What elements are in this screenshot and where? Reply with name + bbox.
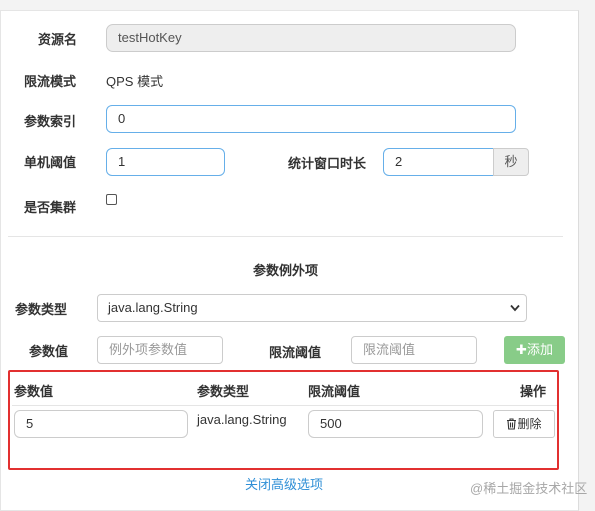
resource-name-label: 资源名: [38, 32, 78, 47]
add-exception-button[interactable]: ✚添加: [504, 336, 565, 364]
exception-value-input[interactable]: 例外项参数值: [97, 336, 223, 364]
exception-limit-label: 限流阈值: [269, 345, 322, 360]
threshold-label: 单机阈值: [24, 155, 77, 170]
section-divider: [8, 236, 563, 237]
threshold-input[interactable]: 1: [106, 148, 225, 176]
watermark: @稀土掘金技术社区: [470, 481, 588, 496]
row-param-value-input[interactable]: 5: [14, 410, 188, 438]
trash-icon: [506, 418, 517, 430]
cluster-label: 是否集群: [24, 200, 77, 215]
plus-icon: ✚: [516, 342, 527, 357]
row-param-type: java.lang.String: [197, 412, 287, 427]
exception-type-select[interactable]: java.lang.String: [97, 294, 527, 322]
window-duration-input[interactable]: 2: [383, 148, 494, 176]
column-header-param-value: 参数值: [14, 384, 54, 399]
param-index-label: 参数索引: [24, 114, 77, 129]
close-advanced-options-link[interactable]: 关闭高级选项: [245, 476, 323, 494]
exception-limit-input[interactable]: 限流阈值: [351, 336, 477, 364]
table-header-divider: [12, 405, 557, 406]
row-limit-input[interactable]: 500: [308, 410, 483, 438]
limit-mode-label: 限流模式: [24, 74, 77, 89]
window-unit-addon: 秒: [493, 148, 529, 176]
limit-mode-value: QPS 模式: [106, 74, 164, 89]
exception-value-label: 参数值: [29, 344, 69, 359]
resource-name-field: testHotKey: [106, 24, 516, 52]
column-header-action: 操作: [520, 384, 547, 399]
exception-type-label: 参数类型: [15, 302, 68, 317]
add-exception-label: 添加: [526, 342, 553, 357]
column-header-limit: 限流阈值: [308, 384, 361, 399]
delete-row-label: 删除: [517, 417, 542, 431]
param-index-input[interactable]: 0: [106, 105, 516, 133]
exception-type-selected: java.lang.String: [108, 300, 198, 315]
cluster-checkbox[interactable]: [106, 194, 117, 205]
column-header-param-type: 参数类型: [197, 384, 250, 399]
window-duration-label: 统计窗口时长: [288, 156, 367, 171]
delete-row-button[interactable]: 删除: [493, 410, 555, 438]
chevron-down-icon: [510, 304, 520, 312]
exceptions-section-title: 参数例外项: [253, 263, 319, 278]
